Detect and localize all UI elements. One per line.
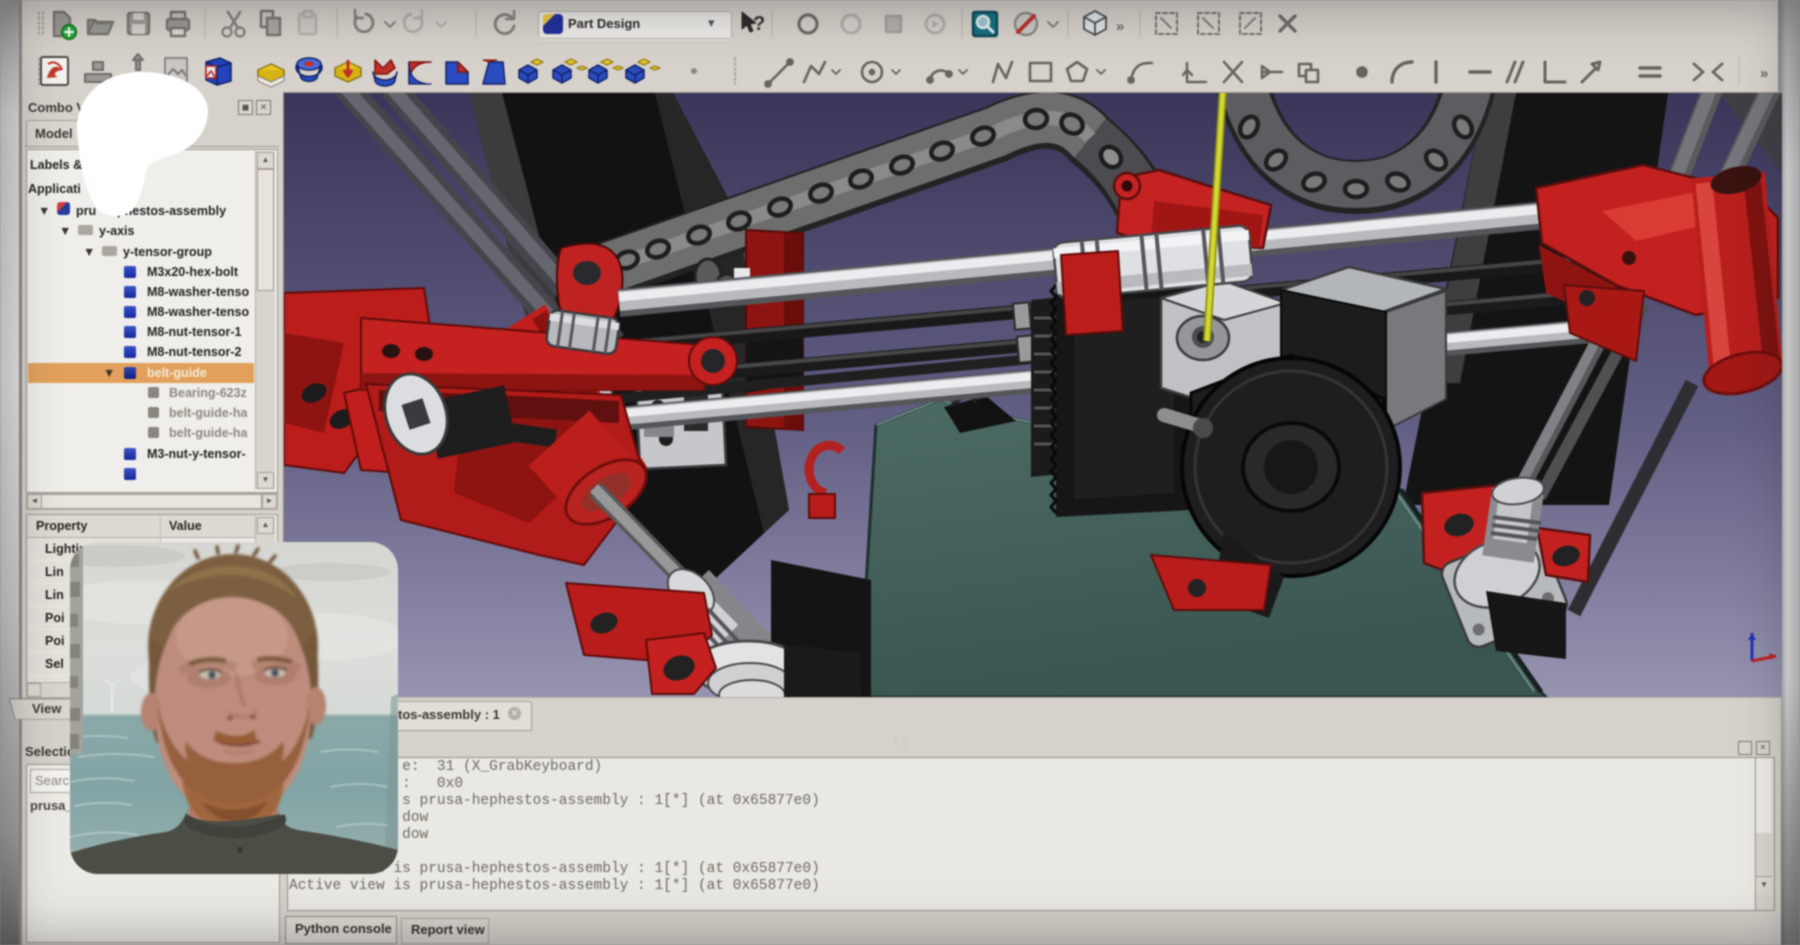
svg-text:»: » [1760,65,1768,82]
svg-text:?: ? [753,13,765,35]
svg-text:»: » [1116,18,1124,35]
